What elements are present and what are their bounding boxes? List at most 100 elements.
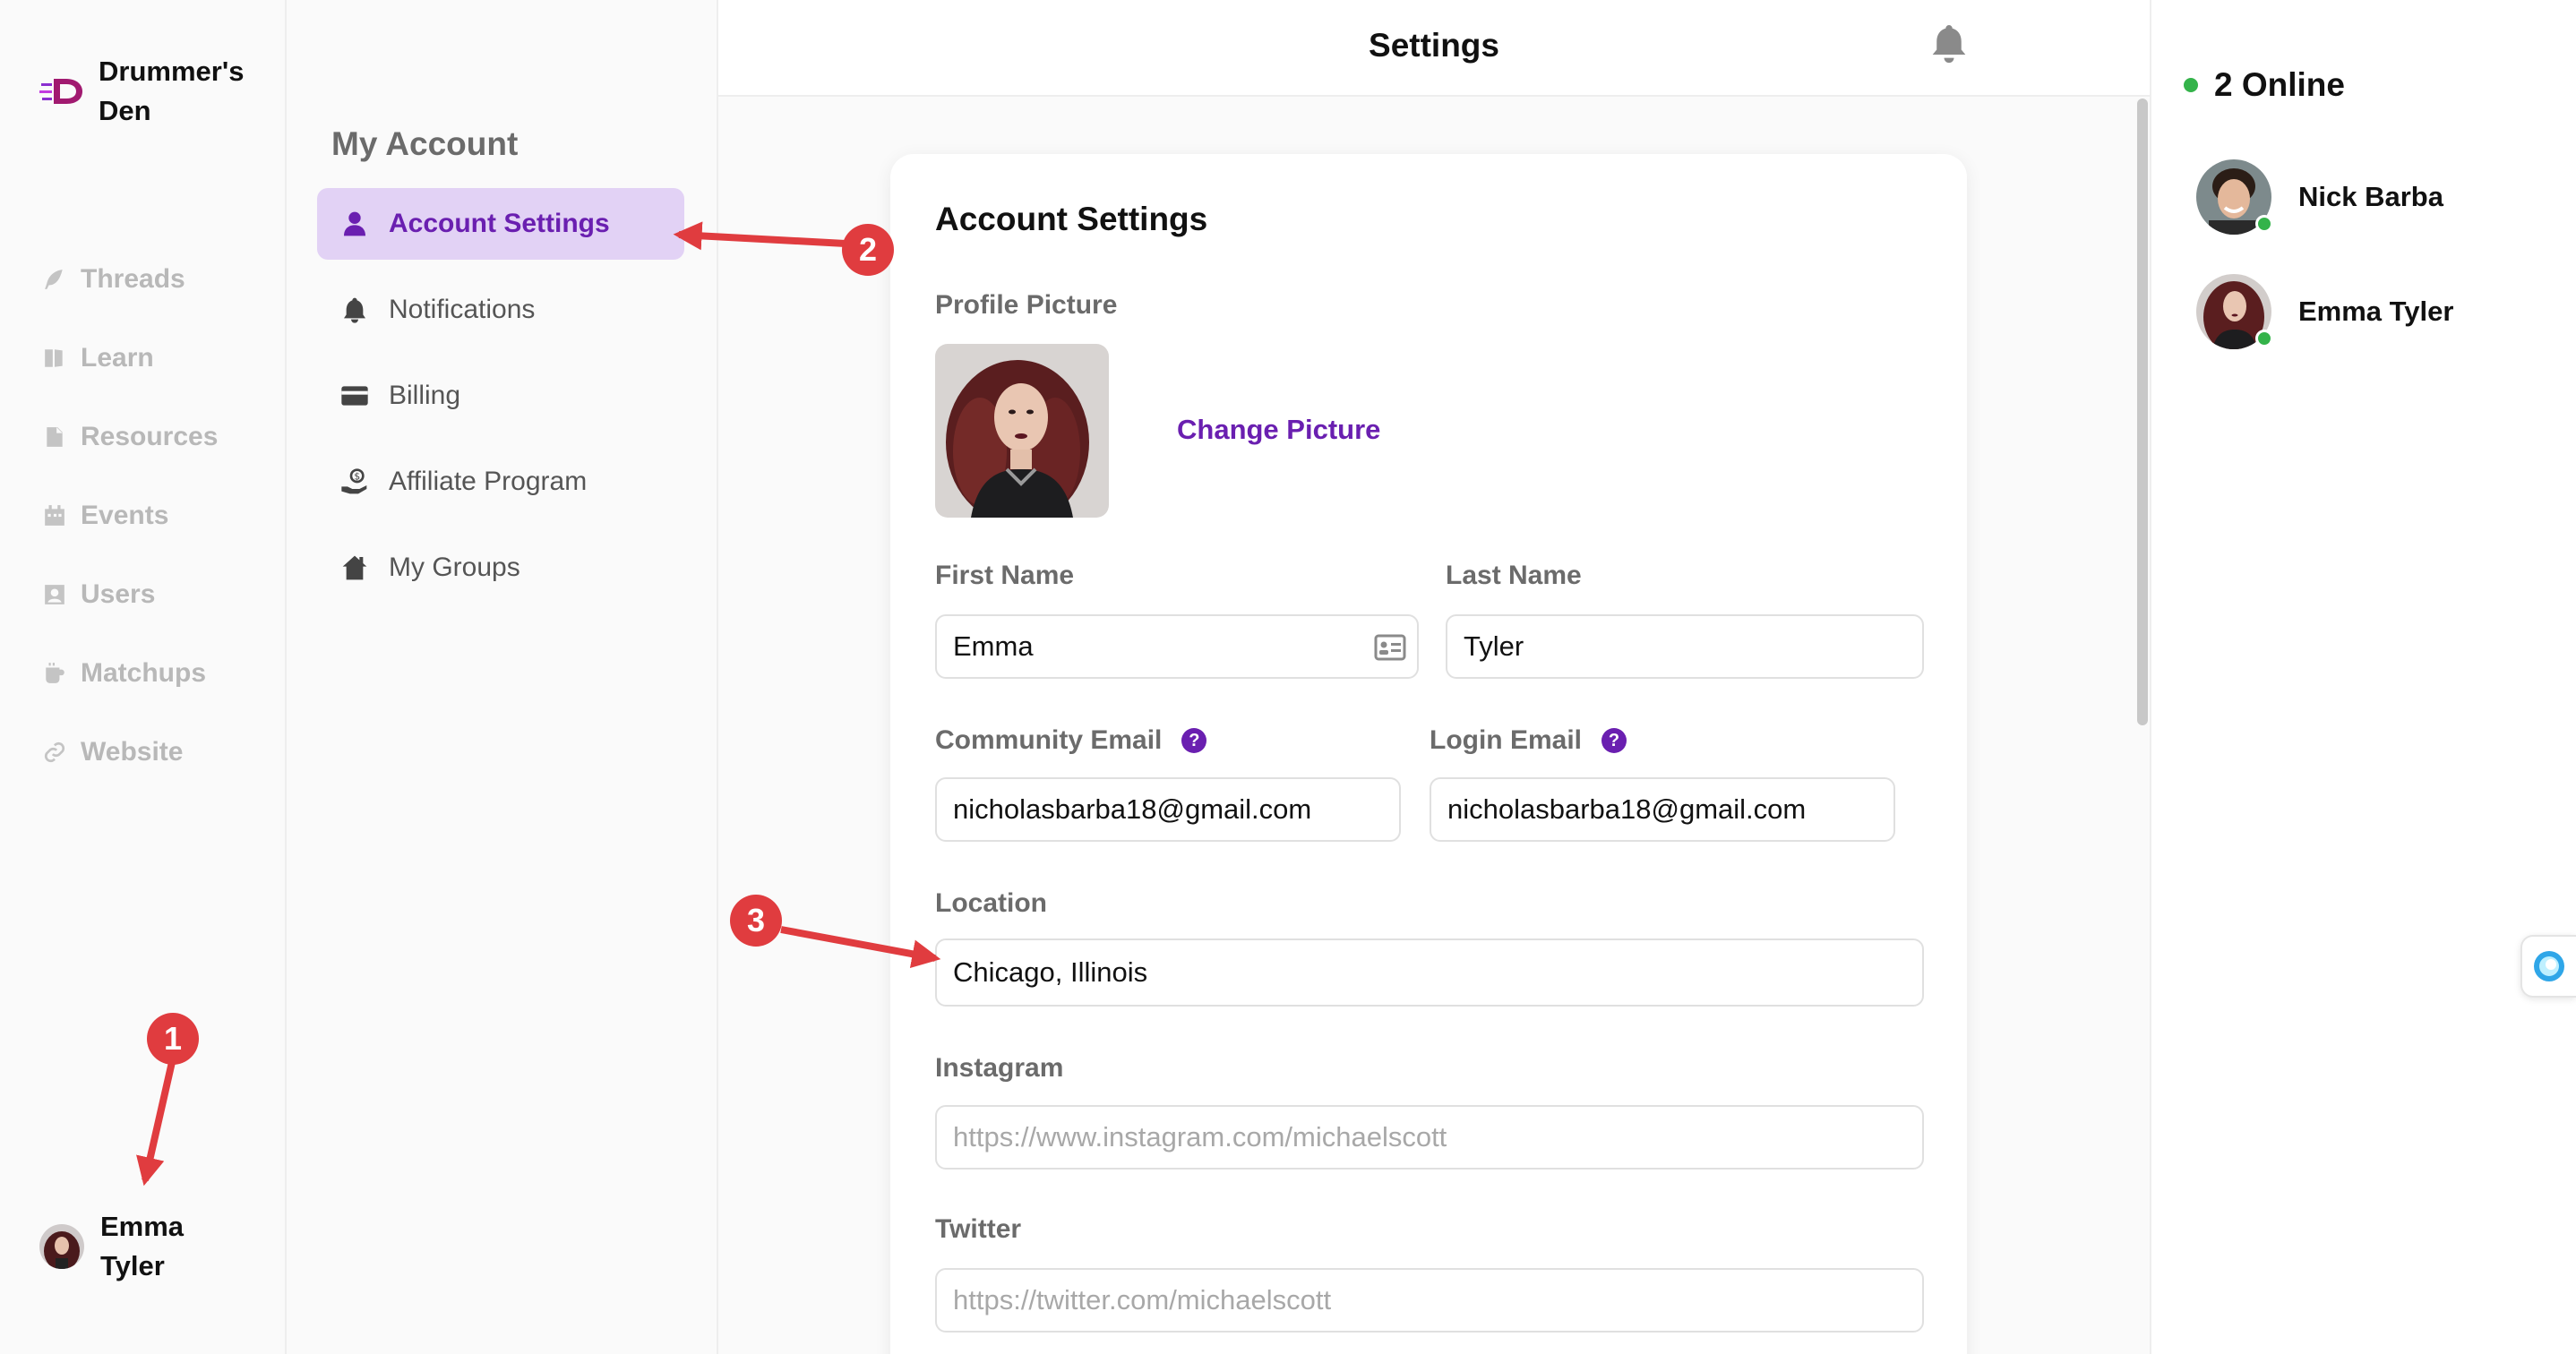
location-label-text: Location [935,888,1047,918]
menu-item-account-settings[interactable]: Account Settings [317,188,684,260]
twitter-label-text: Twitter [935,1214,1022,1244]
login-email-label: Login Email ? [1430,725,1627,756]
online-status-dot [2255,330,2273,347]
left-sidebar: Drummer's Den Threads Learn Resources Ev… [0,0,287,1354]
account-settings-card: Account Settings Profile Picture Change … [890,154,1967,1354]
change-picture-link[interactable]: Change Picture [1177,414,1380,446]
annotation-badge-2: 2 [842,224,894,276]
first-name-input[interactable] [935,614,1419,679]
last-name-label: Last Name [1446,561,1582,591]
assistant-orb-icon [2534,951,2564,981]
nav-item-label: Matchups [81,658,207,688]
nav-item-resources[interactable]: Resources [43,398,218,476]
scroll-thumb[interactable] [2137,99,2148,725]
main-content: Settings Account Settings Profile Pictur… [718,0,2150,1354]
document-icon [47,427,63,447]
location-input[interactable] [935,938,1924,1007]
avatar [2196,159,2273,235]
card-title: Account Settings [935,201,1208,237]
book-icon [45,349,63,367]
current-user[interactable]: Emma Tyler [39,1207,199,1286]
bell-icon [344,297,365,323]
avatar [2196,274,2273,349]
nav-item-events[interactable]: Events [43,476,218,555]
feather-icon [45,270,63,289]
account-menu-title: My Account [331,125,519,162]
nav-item-label: Threads [81,264,185,294]
annotation-badge-1: 1 [147,1013,199,1065]
instagram-input[interactable] [935,1105,1924,1170]
menu-item-label: Account Settings [389,209,610,238]
online-user-nick-barba[interactable]: Nick Barba [2196,159,2443,235]
first-name-label-text: First Name [935,561,1075,590]
menu-item-label: Billing [389,381,461,410]
online-status-dot [2255,215,2273,233]
brand-name: Drummer's Den [99,56,245,126]
online-user-emma-tyler[interactable]: Emma Tyler [2196,274,2453,349]
location-label: Location [935,888,1047,919]
menu-item-label: Affiliate Program [389,467,588,496]
account-menu-list: Account Settings Notifications Billing $… [317,188,684,618]
instagram-label-text: Instagram [935,1053,1064,1083]
menu-item-my-groups[interactable]: My Groups [317,532,684,604]
brand-logo-icon [39,79,82,104]
nav-item-threads[interactable]: Threads [43,240,218,319]
community-email-input[interactable] [935,777,1401,842]
online-dot-icon [2184,78,2198,92]
brand[interactable]: Drummer's Den [39,52,269,131]
main-nav: Threads Learn Resources Events Users Mat… [43,240,218,792]
annotation-badge-3: 3 [730,895,782,947]
link-icon [44,741,65,763]
nav-item-website[interactable]: Website [43,713,218,792]
online-panel: 2 Online Nick Barba Emma Tyler [2150,0,2576,1354]
online-count: 2 Online [2184,66,2345,104]
first-name-label: First Name [935,561,1074,591]
community-email-label: Community Email ? [935,725,1207,756]
last-name-input[interactable] [1446,614,1924,679]
menu-item-notifications[interactable]: Notifications [317,274,684,346]
contact-card-icon[interactable] [1374,634,1406,661]
menu-item-label: Notifications [389,295,536,324]
twitter-label: Twitter [935,1214,1021,1245]
menu-item-affiliate-program[interactable]: $ Affiliate Program [317,446,684,518]
nav-item-matchups[interactable]: Matchups [43,634,218,713]
house-icon [342,555,367,580]
online-user-name: Nick Barba [2298,181,2443,212]
online-user-name: Emma Tyler [2298,296,2454,327]
nav-item-label: Users [81,579,156,609]
online-count-text: 2 Online [2214,66,2345,103]
floating-assistant-button[interactable] [2520,935,2576,998]
login-email-label-text: Login Email [1430,725,1583,755]
help-icon[interactable]: ? [1181,728,1207,753]
help-icon[interactable]: ? [1601,728,1627,753]
twitter-input[interactable] [935,1268,1924,1333]
menu-item-billing[interactable]: Billing [317,360,684,432]
nav-item-label: Events [81,501,169,530]
credit-card-icon [341,386,368,406]
notifications-bell-icon[interactable] [1929,23,1969,66]
calendar-icon [45,505,64,526]
user-icon [344,211,365,236]
profile-picture [935,344,1109,518]
mug-icon [46,663,64,683]
nav-item-label: Website [81,737,184,767]
svg-text:$: $ [354,470,360,482]
menu-item-label: My Groups [389,553,520,582]
hand-coin-icon: $ [341,468,367,494]
instagram-label: Instagram [935,1053,1063,1084]
profile-picture-label-text: Profile Picture [935,290,1118,320]
main-scrollbar[interactable] [2134,97,2150,1354]
avatar [39,1224,84,1269]
nav-item-label: Resources [81,422,219,451]
nav-item-users[interactable]: Users [43,555,218,634]
top-bar: Settings [718,0,2150,97]
community-email-label-text: Community Email [935,725,1163,755]
last-name-label-text: Last Name [1446,561,1582,590]
user-card-icon [45,585,64,604]
nav-item-learn[interactable]: Learn [43,319,218,398]
nav-item-label: Learn [81,343,154,373]
login-email-input[interactable] [1430,777,1895,842]
current-user-name: Emma Tyler [100,1211,185,1281]
account-menu: My Account Account Settings Notification… [287,0,718,1354]
profile-picture-label: Profile Picture [935,290,1117,321]
